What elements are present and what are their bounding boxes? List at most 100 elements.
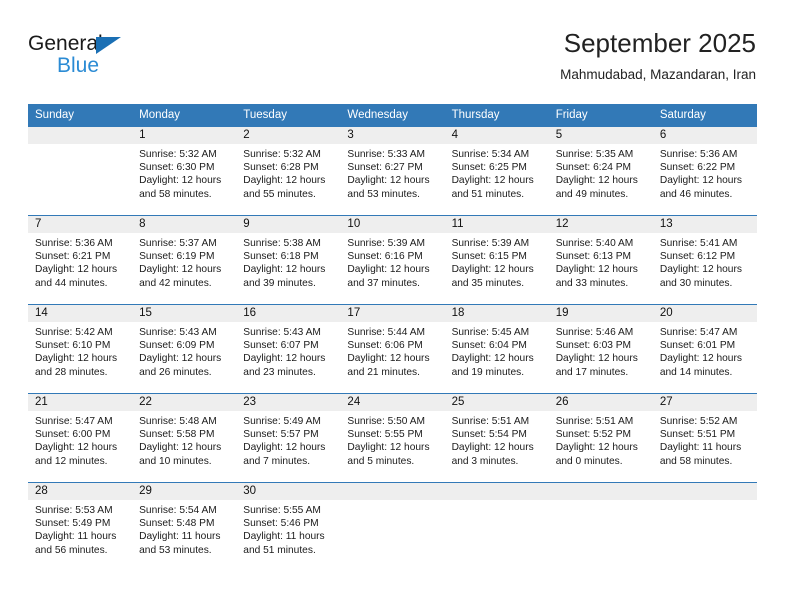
daylight-text-line2: and 35 minutes. bbox=[451, 277, 525, 289]
calendar-page: General Blue September 2025 Mahmudabad, … bbox=[0, 0, 792, 612]
daylight-text-line1: Daylight: 12 hours bbox=[451, 353, 534, 365]
daylight-text-line2: and 10 minutes. bbox=[139, 455, 212, 467]
day-cell[interactable]: Sunrise: 5:41 AM Sunset: 6:12 PM Dayligh… bbox=[653, 233, 757, 304]
daylight-text-line1: Daylight: 12 hours bbox=[451, 264, 534, 276]
day-cell[interactable]: Sunrise: 5:54 AM Sunset: 5:48 PM Dayligh… bbox=[132, 500, 236, 571]
daylight-text-line2: and 23 minutes. bbox=[243, 366, 316, 378]
date-number bbox=[28, 127, 132, 144]
day-cell[interactable]: Sunrise: 5:33 AM Sunset: 6:27 PM Dayligh… bbox=[340, 144, 444, 215]
title-block: September 2025 Mahmudabad, Mazandaran, I… bbox=[560, 26, 756, 86]
date-number: 23 bbox=[243, 396, 257, 408]
day-cell[interactable]: Sunrise: 5:46 AM Sunset: 6:03 PM Dayligh… bbox=[549, 322, 653, 393]
day-cell[interactable] bbox=[340, 500, 444, 571]
week-row: 21 22 23 24 25 26 27 Sunrise: 5:47 AM Su… bbox=[28, 393, 757, 482]
date-number: 19 bbox=[555, 307, 569, 319]
date-number-band: 28 29 30 bbox=[28, 483, 757, 500]
sunset-text: Sunset: 5:52 PM bbox=[555, 429, 632, 441]
daylight-text-line2: and 51 minutes. bbox=[451, 188, 525, 200]
daylight-text-line2: and 58 minutes. bbox=[659, 455, 733, 467]
day-cell[interactable]: Sunrise: 5:36 AM Sunset: 6:21 PM Dayligh… bbox=[28, 233, 132, 304]
week-detail-row: Sunrise: 5:53 AM Sunset: 5:49 PM Dayligh… bbox=[28, 500, 757, 571]
daylight-text-line2: and 53 minutes. bbox=[347, 188, 420, 200]
sunset-text: Sunset: 6:12 PM bbox=[659, 251, 736, 263]
daylight-text-line2: and 7 minutes. bbox=[243, 455, 311, 467]
weekday-thursday: Thursday bbox=[451, 109, 500, 121]
daylight-text-line2: and 21 minutes. bbox=[347, 366, 420, 378]
sunrise-text: Sunrise: 5:45 AM bbox=[451, 327, 530, 338]
date-number: 15 bbox=[139, 307, 152, 319]
date-number: 8 bbox=[139, 218, 146, 230]
daylight-text-line2: and 58 minutes. bbox=[139, 188, 212, 200]
daylight-text-line2: and 12 minutes. bbox=[35, 455, 108, 467]
day-cell[interactable]: Sunrise: 5:39 AM Sunset: 6:16 PM Dayligh… bbox=[340, 233, 444, 304]
day-cell[interactable]: Sunrise: 5:36 AM Sunset: 6:22 PM Dayligh… bbox=[653, 144, 757, 215]
day-cell[interactable]: Sunrise: 5:53 AM Sunset: 5:49 PM Dayligh… bbox=[28, 500, 132, 571]
calendar-grid: Sunday Monday Tuesday Wednesday Thursday… bbox=[28, 104, 757, 571]
sunset-text: Sunset: 5:55 PM bbox=[347, 429, 423, 441]
sunrise-text: Sunrise: 5:36 AM bbox=[659, 149, 738, 160]
sunrise-text: Sunrise: 5:32 AM bbox=[243, 149, 321, 160]
daylight-text-line2: and 33 minutes. bbox=[555, 277, 629, 289]
daylight-text-line1: Daylight: 12 hours bbox=[451, 175, 534, 187]
daylight-text-line2: and 14 minutes. bbox=[659, 366, 733, 378]
day-cell[interactable]: Sunrise: 5:51 AM Sunset: 5:52 PM Dayligh… bbox=[549, 411, 653, 482]
sunrise-text: Sunrise: 5:52 AM bbox=[659, 416, 738, 427]
day-cell[interactable]: Sunrise: 5:50 AM Sunset: 5:55 PM Dayligh… bbox=[340, 411, 444, 482]
day-cell[interactable]: Sunrise: 5:49 AM Sunset: 5:57 PM Dayligh… bbox=[236, 411, 340, 482]
date-number: 24 bbox=[347, 396, 361, 408]
day-cell[interactable]: Sunrise: 5:37 AM Sunset: 6:19 PM Dayligh… bbox=[132, 233, 236, 304]
day-cell[interactable]: Sunrise: 5:55 AM Sunset: 5:46 PM Dayligh… bbox=[236, 500, 340, 571]
day-cell[interactable]: Sunrise: 5:48 AM Sunset: 5:58 PM Dayligh… bbox=[132, 411, 236, 482]
day-cell[interactable] bbox=[653, 500, 757, 571]
day-cell[interactable]: Sunrise: 5:43 AM Sunset: 6:07 PM Dayligh… bbox=[236, 322, 340, 393]
general-blue-logo[interactable]: General Blue bbox=[28, 32, 208, 90]
day-cell[interactable]: Sunrise: 5:52 AM Sunset: 5:51 PM Dayligh… bbox=[653, 411, 757, 482]
day-cell[interactable]: Sunrise: 5:32 AM Sunset: 6:30 PM Dayligh… bbox=[132, 144, 236, 215]
daylight-text-line1: Daylight: 12 hours bbox=[659, 175, 742, 187]
sunset-text: Sunset: 6:24 PM bbox=[555, 162, 632, 174]
date-number: 13 bbox=[659, 218, 673, 230]
page-header: General Blue September 2025 Mahmudabad, … bbox=[28, 26, 756, 98]
day-cell[interactable]: Sunrise: 5:38 AM Sunset: 6:18 PM Dayligh… bbox=[236, 233, 340, 304]
day-cell[interactable]: Sunrise: 5:44 AM Sunset: 6:06 PM Dayligh… bbox=[340, 322, 444, 393]
daylight-text-line2: and 37 minutes. bbox=[347, 277, 420, 289]
day-cell[interactable]: Sunrise: 5:51 AM Sunset: 5:54 PM Dayligh… bbox=[445, 411, 549, 482]
day-cell[interactable]: Sunrise: 5:47 AM Sunset: 6:01 PM Dayligh… bbox=[653, 322, 757, 393]
sunrise-text: Sunrise: 5:44 AM bbox=[347, 327, 426, 338]
sunset-text: Sunset: 6:06 PM bbox=[347, 340, 423, 352]
daylight-text-line1: Daylight: 12 hours bbox=[347, 175, 430, 187]
day-cell[interactable]: Sunrise: 5:35 AM Sunset: 6:24 PM Dayligh… bbox=[549, 144, 653, 215]
sunrise-text: Sunrise: 5:42 AM bbox=[35, 327, 113, 338]
day-cell[interactable] bbox=[445, 500, 549, 571]
daylight-text-line1: Daylight: 12 hours bbox=[347, 353, 430, 365]
day-cell[interactable]: Sunrise: 5:32 AM Sunset: 6:28 PM Dayligh… bbox=[236, 144, 340, 215]
day-cell[interactable]: Sunrise: 5:43 AM Sunset: 6:09 PM Dayligh… bbox=[132, 322, 236, 393]
day-cell[interactable] bbox=[28, 144, 132, 215]
sunrise-text: Sunrise: 5:53 AM bbox=[35, 505, 113, 516]
week-row: 7 8 9 10 11 12 13 Sunrise: 5:36 AM Sunse… bbox=[28, 215, 757, 304]
day-cell[interactable] bbox=[549, 500, 653, 571]
date-number: 20 bbox=[659, 307, 673, 319]
daylight-text-line1: Daylight: 12 hours bbox=[243, 353, 326, 365]
sunrise-text: Sunrise: 5:43 AM bbox=[243, 327, 321, 338]
sunset-text: Sunset: 6:07 PM bbox=[243, 340, 319, 352]
day-cell[interactable]: Sunrise: 5:40 AM Sunset: 6:13 PM Dayligh… bbox=[549, 233, 653, 304]
week-row: 14 15 16 17 18 19 20 Sunrise: 5:42 AM Su… bbox=[28, 304, 757, 393]
day-cell[interactable]: Sunrise: 5:39 AM Sunset: 6:15 PM Dayligh… bbox=[445, 233, 549, 304]
daylight-text-line2: and 5 minutes. bbox=[347, 455, 415, 467]
page-title: September 2025 bbox=[563, 28, 756, 58]
weekday-wednesday: Wednesday bbox=[347, 109, 408, 121]
logo-text-blue: Blue bbox=[57, 54, 100, 77]
date-number: 30 bbox=[243, 485, 257, 497]
day-cell[interactable]: Sunrise: 5:47 AM Sunset: 6:00 PM Dayligh… bbox=[28, 411, 132, 482]
daylight-text-line2: and 56 minutes. bbox=[35, 544, 108, 556]
weekday-tuesday: Tuesday bbox=[243, 109, 287, 121]
sunrise-text: Sunrise: 5:37 AM bbox=[139, 238, 217, 249]
day-cell[interactable]: Sunrise: 5:45 AM Sunset: 6:04 PM Dayligh… bbox=[445, 322, 549, 393]
daylight-text-line1: Daylight: 12 hours bbox=[555, 175, 638, 187]
sunrise-text: Sunrise: 5:39 AM bbox=[347, 238, 426, 249]
day-cell[interactable]: Sunrise: 5:42 AM Sunset: 6:10 PM Dayligh… bbox=[28, 322, 132, 393]
weekday-saturday: Saturday bbox=[659, 109, 706, 121]
week-row: 1 2 3 4 5 6 Sunrise: 5:32 AM Sunset: 6:3… bbox=[28, 126, 757, 215]
day-cell[interactable]: Sunrise: 5:34 AM Sunset: 6:25 PM Dayligh… bbox=[445, 144, 549, 215]
